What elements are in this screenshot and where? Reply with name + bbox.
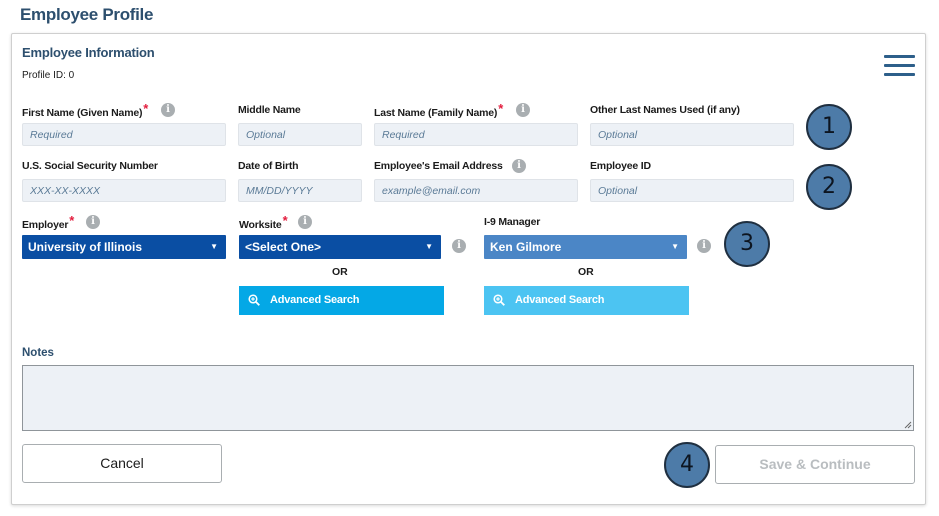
page-title: Employee Profile: [20, 5, 154, 24]
resize-handle-icon[interactable]: [904, 421, 912, 429]
first-name-input[interactable]: [22, 123, 226, 146]
last-name-input[interactable]: [374, 123, 578, 146]
callout-badge-4: 4: [664, 442, 710, 488]
info-icon[interactable]: i: [298, 215, 312, 229]
email-label: Employee's Email Address: [374, 160, 503, 172]
info-icon[interactable]: i: [161, 103, 175, 117]
required-marker: *: [143, 101, 149, 116]
employee-id-label: Employee ID: [590, 160, 651, 172]
info-icon[interactable]: i: [697, 239, 711, 253]
worksite-label: Worksite*: [239, 213, 288, 231]
ssn-input[interactable]: [22, 179, 226, 202]
or-separator: OR: [332, 266, 348, 278]
middle-name-label: Middle Name: [238, 104, 301, 116]
employee-id-input[interactable]: [590, 179, 794, 202]
first-name-label: First Name (Given Name)*: [22, 101, 149, 119]
other-last-names-input[interactable]: [590, 123, 794, 146]
caret-down-icon: ▼: [425, 242, 433, 251]
section-title: Employee Information: [22, 45, 155, 60]
email-input[interactable]: [374, 179, 578, 202]
dob-label: Date of Birth: [238, 160, 299, 172]
caret-down-icon: ▼: [671, 242, 679, 251]
worksite-advanced-search-button[interactable]: Advanced Search: [239, 286, 444, 315]
employer-select[interactable]: University of Illinois ▼: [22, 235, 226, 259]
info-icon[interactable]: i: [516, 103, 530, 117]
required-marker: *: [282, 213, 288, 228]
notes-textarea[interactable]: [22, 365, 914, 431]
caret-down-icon: ▼: [210, 242, 218, 251]
callout-badge-3: 3: [724, 221, 770, 267]
profile-id: Profile ID: 0: [22, 70, 75, 81]
cancel-button[interactable]: Cancel: [22, 444, 222, 483]
save-continue-button[interactable]: Save & Continue: [715, 445, 915, 484]
info-icon[interactable]: i: [512, 159, 526, 173]
magnifier-plus-icon: [248, 294, 260, 306]
i9-manager-label: I-9 Manager: [484, 216, 541, 228]
middle-name-input[interactable]: [238, 123, 362, 146]
hamburger-menu-icon[interactable]: [884, 55, 915, 77]
employer-label: Employer*: [22, 213, 75, 231]
info-icon[interactable]: i: [452, 239, 466, 253]
callout-badge-1: 1: [806, 104, 852, 150]
or-separator: OR: [578, 266, 594, 278]
i9-manager-advanced-search-button[interactable]: Advanced Search: [484, 286, 689, 315]
notes-label: Notes: [22, 347, 54, 359]
i9-manager-select[interactable]: Ken Gilmore ▼: [484, 235, 687, 259]
callout-badge-2: 2: [806, 164, 852, 210]
ssn-label: U.S. Social Security Number: [22, 160, 158, 172]
required-marker: *: [498, 101, 504, 116]
info-icon[interactable]: i: [86, 215, 100, 229]
dob-input[interactable]: [238, 179, 362, 202]
magnifier-plus-icon: [493, 294, 505, 306]
last-name-label: Last Name (Family Name)*: [374, 101, 504, 119]
other-last-names-label: Other Last Names Used (if any): [590, 104, 740, 116]
worksite-select[interactable]: <Select One> ▼: [239, 235, 441, 259]
required-marker: *: [69, 213, 75, 228]
